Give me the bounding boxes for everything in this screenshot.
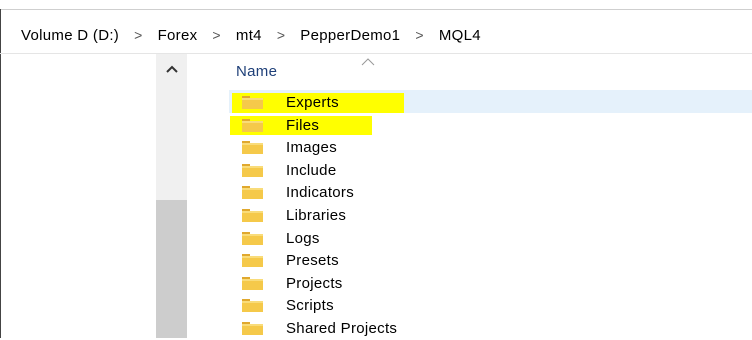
list-item-shared-projects[interactable]: Shared Projects <box>242 318 397 338</box>
breadcrumb-pepperdemo1[interactable]: PepperDemo1 <box>299 27 401 44</box>
list-item-label: Include <box>286 161 337 179</box>
scroll-up-button[interactable] <box>156 54 187 84</box>
folder-icon <box>242 321 263 335</box>
list-item-label: Presets <box>286 251 339 269</box>
list-item-label: Libraries <box>286 206 347 224</box>
breadcrumb-separator-icon[interactable]: > <box>212 27 220 43</box>
address-bar-divider <box>0 53 752 54</box>
list-item-files[interactable]: Files <box>242 115 319 135</box>
breadcrumb-volume-d[interactable]: Volume D (D:) <box>20 27 120 44</box>
window-top-edge <box>0 0 752 10</box>
list-item-projects[interactable]: Projects <box>242 273 343 293</box>
folder-icon <box>242 95 263 109</box>
folder-icon <box>242 208 263 222</box>
list-item-label: Scripts <box>286 296 334 314</box>
folder-icon <box>242 185 263 199</box>
list-item-label: Experts <box>286 93 339 111</box>
sort-ascending-icon <box>361 58 375 66</box>
breadcrumb-mt4[interactable]: mt4 <box>235 27 263 44</box>
breadcrumb-mql4[interactable]: MQL4 <box>438 27 482 44</box>
folder-icon <box>242 298 263 312</box>
list-item-label: Projects <box>286 274 343 292</box>
folder-icon <box>242 140 263 154</box>
breadcrumb-forex[interactable]: Forex <box>157 27 199 44</box>
list-item-libraries[interactable]: Libraries <box>242 205 346 225</box>
breadcrumb-separator-icon[interactable]: > <box>415 27 423 43</box>
folder-icon <box>242 118 263 132</box>
address-bar[interactable]: Volume D (D:) > Forex > mt4 > PepperDemo… <box>0 19 752 51</box>
list-item-label: Shared Projects <box>286 319 398 337</box>
folder-icon <box>242 231 263 245</box>
navigation-pane-scrollbar[interactable] <box>156 54 187 338</box>
breadcrumb-separator-icon[interactable]: > <box>134 27 142 43</box>
chevron-up-icon <box>165 65 178 73</box>
list-item-logs[interactable]: Logs <box>242 228 320 248</box>
folder-icon <box>242 163 263 177</box>
list-item-images[interactable]: Images <box>242 137 337 157</box>
list-item-label: Images <box>286 138 337 156</box>
breadcrumb-separator-icon[interactable]: > <box>277 27 285 43</box>
column-header-name[interactable]: Name <box>236 63 277 80</box>
list-item-label: Logs <box>286 229 320 247</box>
scrollbar-thumb[interactable] <box>156 200 187 338</box>
list-item-label: Files <box>286 116 320 134</box>
list-item-include[interactable]: Include <box>242 160 336 180</box>
list-item-indicators[interactable]: Indicators <box>242 182 354 202</box>
list-item-presets[interactable]: Presets <box>242 250 339 270</box>
list-item-experts[interactable]: Experts <box>242 92 339 112</box>
list-item-scripts[interactable]: Scripts <box>242 295 334 315</box>
folder-icon <box>242 276 263 290</box>
folder-icon <box>242 253 263 267</box>
list-item-label: Indicators <box>286 183 355 201</box>
window-left-edge <box>0 9 1 338</box>
